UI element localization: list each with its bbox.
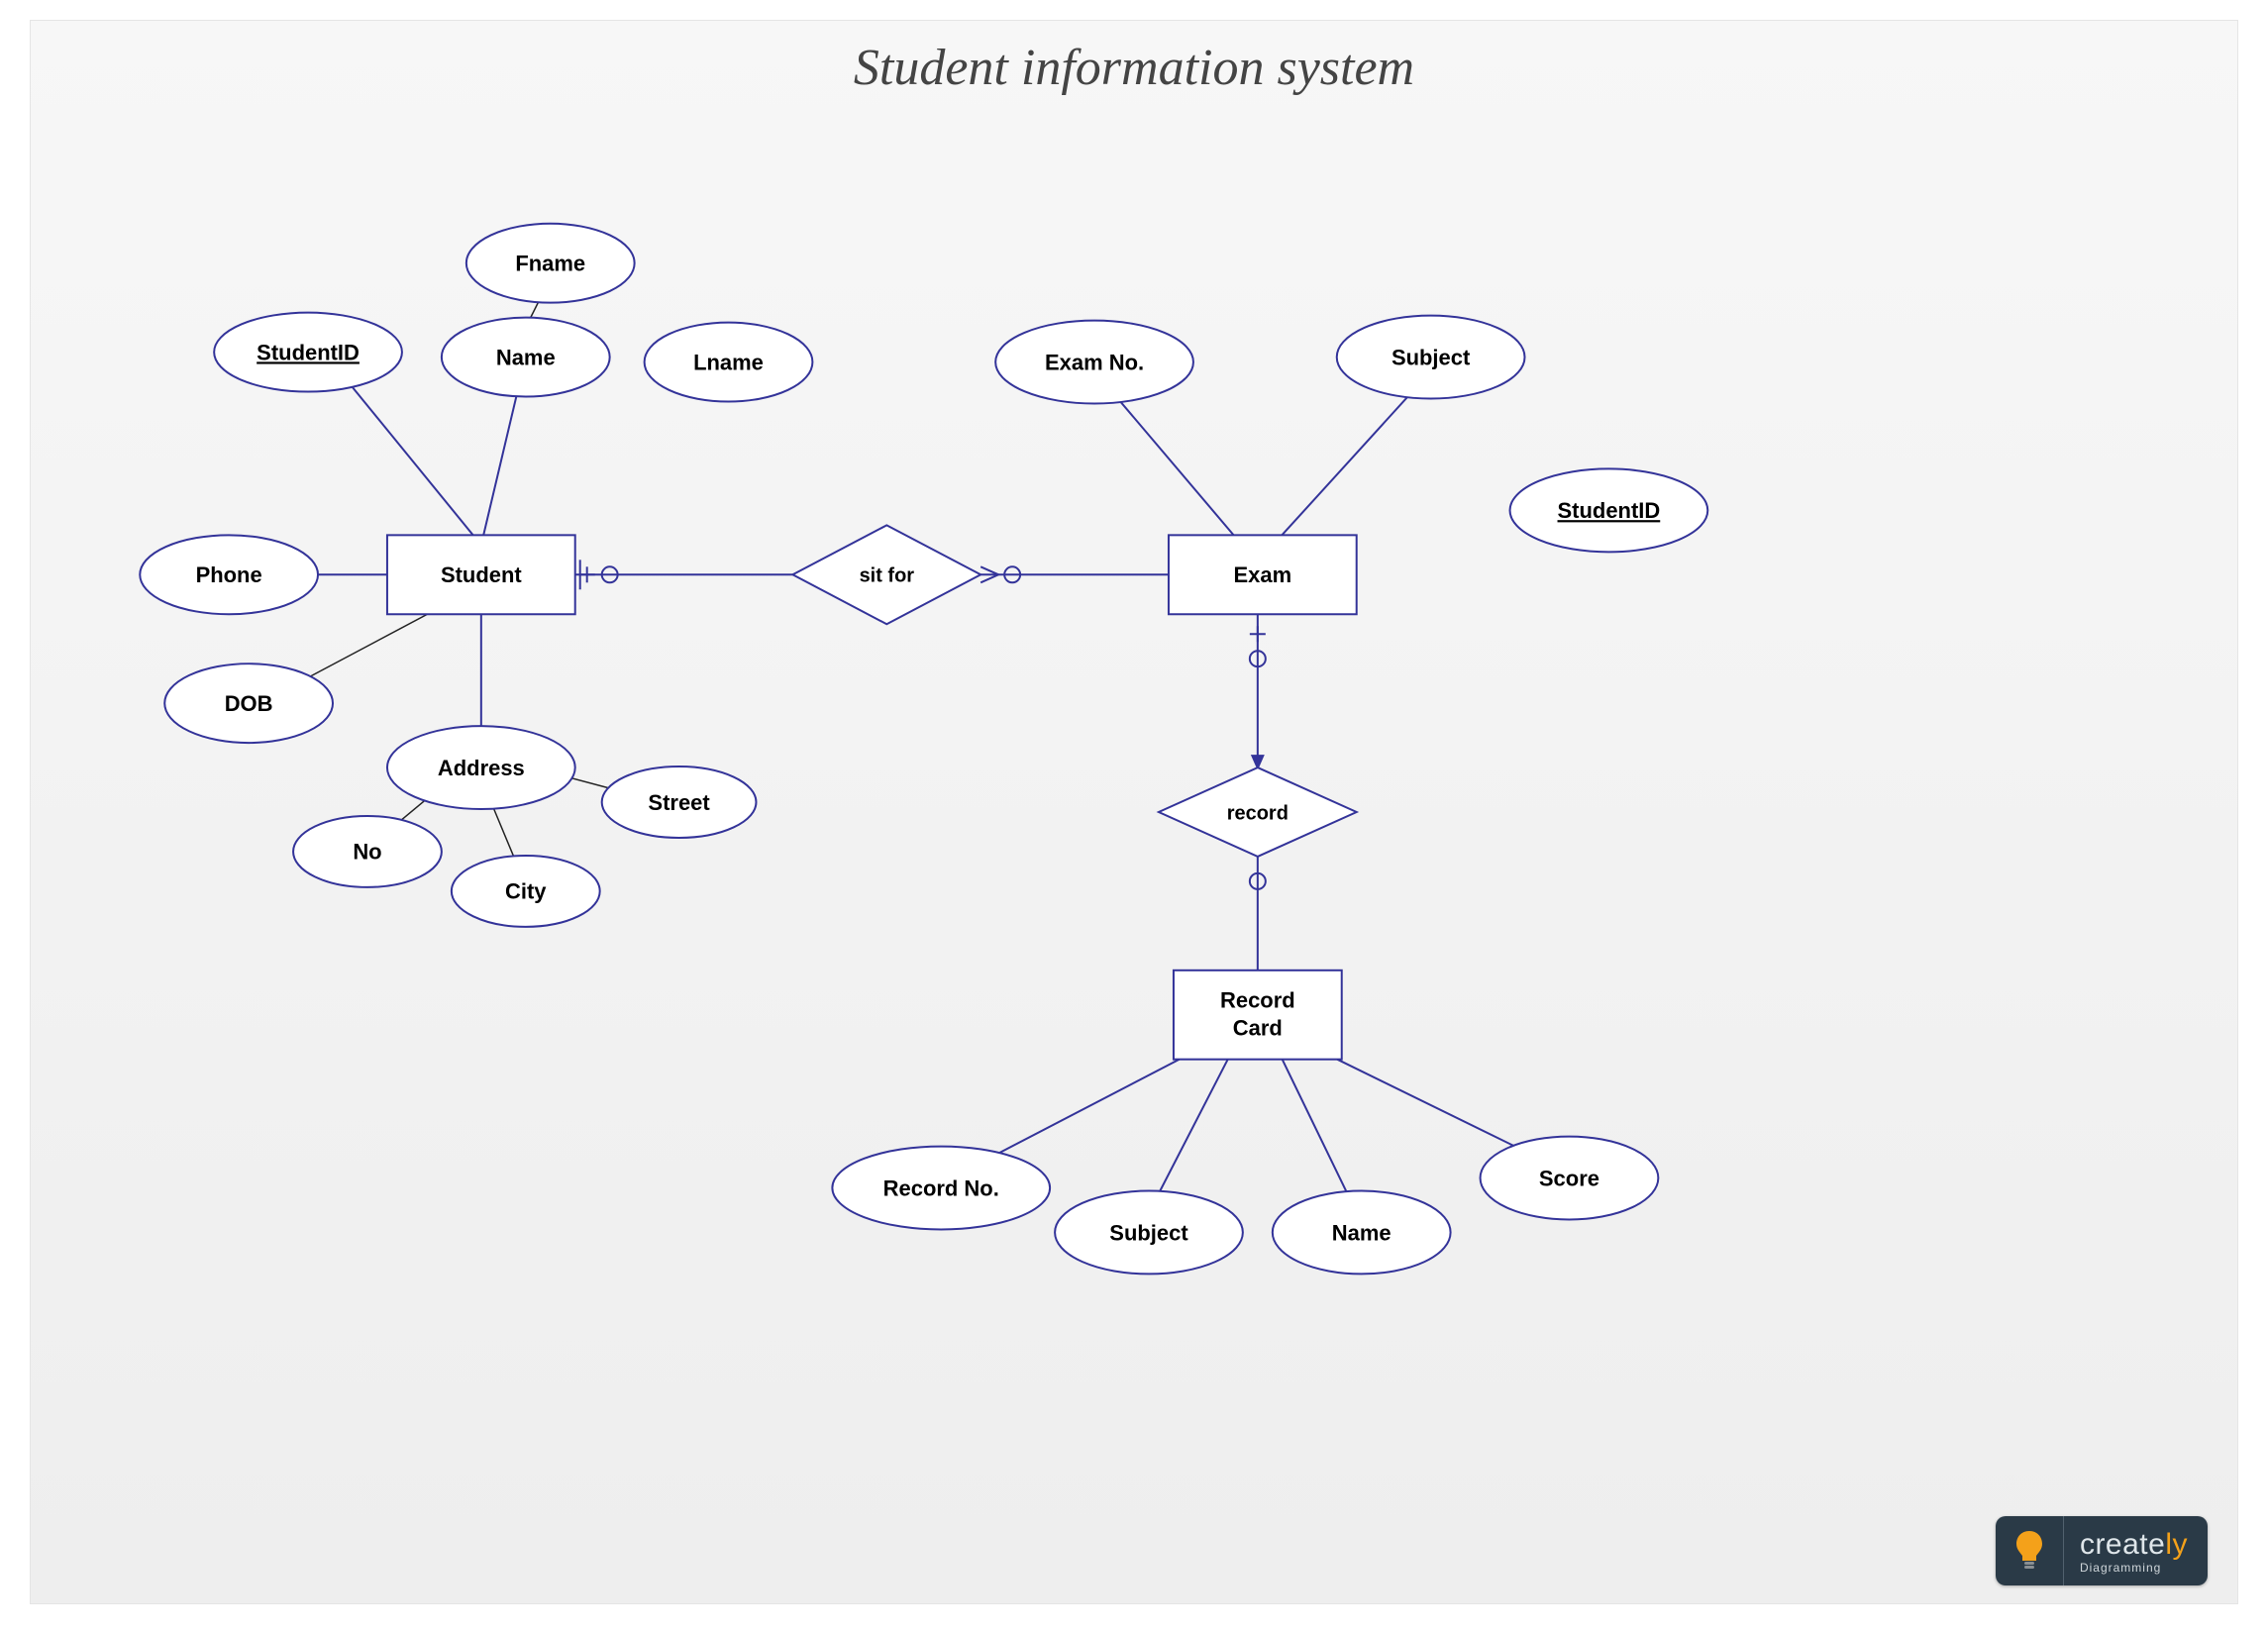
entity-student-label: Student xyxy=(441,562,522,587)
entity-recordcard-label2: Card xyxy=(1233,1016,1283,1041)
attr-city-label: City xyxy=(505,879,547,904)
logo-text: creately Diagramming xyxy=(2064,1516,2208,1585)
attr-subject-exam-label: Subject xyxy=(1392,345,1471,369)
attr-no-label: No xyxy=(353,840,381,865)
attr-name-rc-label: Name xyxy=(1332,1220,1392,1245)
er-diagram: Student Exam Record Card sit for record … xyxy=(31,21,2237,1603)
attr-examno-label: Exam No. xyxy=(1045,350,1144,374)
line-address-city xyxy=(491,802,516,862)
diagram-panel: Student information system xyxy=(30,20,2238,1604)
rel-record-label: record xyxy=(1227,802,1289,824)
line-rc-name xyxy=(1278,1050,1357,1213)
attr-phone-label: Phone xyxy=(196,562,262,587)
line-rc-subject xyxy=(1149,1050,1233,1213)
logo-brand-left: create xyxy=(2080,1528,2165,1561)
attr-lname-label: Lname xyxy=(693,350,764,374)
lightbulb-icon xyxy=(1996,1516,2064,1585)
attr-dob-label: DOB xyxy=(225,691,273,716)
attr-studentid-label: StudentID xyxy=(257,340,360,364)
stage: Student information system xyxy=(0,0,2268,1634)
entity-recordcard-label1: Record xyxy=(1220,988,1295,1013)
attr-street-label: Street xyxy=(648,790,710,815)
attr-studentid-exam-label: StudentID xyxy=(1558,498,1661,523)
line-exam-subject xyxy=(1278,377,1426,541)
attr-recordno-label: Record No. xyxy=(883,1175,999,1200)
attr-score-label: Score xyxy=(1539,1166,1599,1190)
logo-brand-right: ly xyxy=(2165,1528,2188,1561)
attr-fname-label: Fname xyxy=(515,251,585,275)
attr-address-label: Address xyxy=(438,756,525,780)
attr-subject-rc-label: Subject xyxy=(1109,1220,1188,1245)
attr-name-label: Name xyxy=(496,345,556,369)
creately-logo: creately Diagramming xyxy=(1996,1516,2208,1585)
rel-sitfor-label: sit for xyxy=(860,565,915,587)
logo-subtitle: Diagramming xyxy=(2080,1562,2188,1574)
entity-exam-label: Exam xyxy=(1234,562,1292,587)
